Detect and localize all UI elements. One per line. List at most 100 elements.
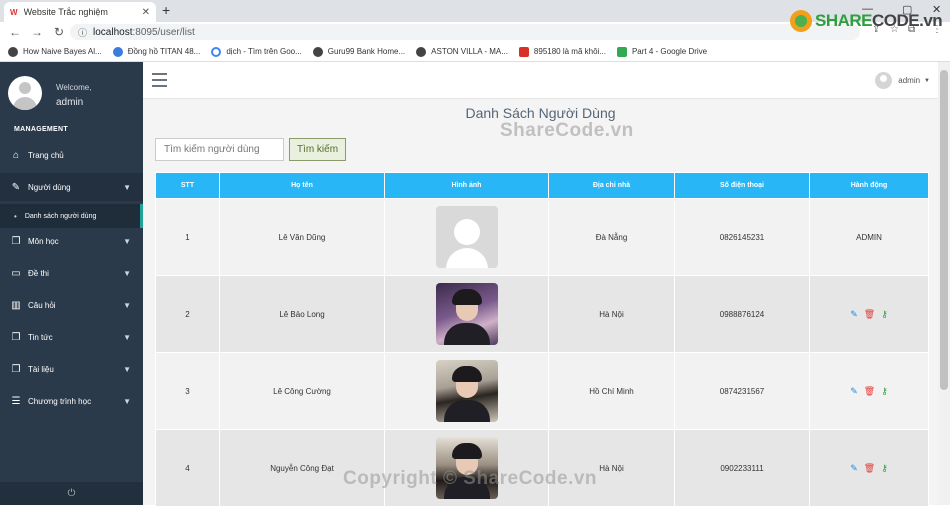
url-host: localhost <box>93 26 133 38</box>
cell-name: Lê Văn Dũng <box>219 198 385 276</box>
welcome-text: Welcome, <box>56 83 92 92</box>
bar-chart-icon: ▥ <box>11 299 21 311</box>
new-tab-icon[interactable]: + <box>162 2 170 18</box>
section-heading: MANAGEMENT <box>14 126 68 133</box>
edit-icon[interactable]: ✎ <box>850 463 858 474</box>
bullet-icon: • <box>14 211 17 221</box>
scrollbar-thumb[interactable] <box>940 70 948 390</box>
sidebar-item-questions[interactable]: ▥ Câu hỏi ▼ <box>0 291 143 319</box>
chevron-down-icon: ▼ <box>123 236 131 246</box>
search-input[interactable] <box>155 138 284 161</box>
column-header: Hành động <box>809 172 929 199</box>
bookmark-item[interactable]: dịch - Tìm trên Goo... <box>211 46 302 57</box>
url-field[interactable]: ⓘ localhost:8095/user/list <box>70 24 860 40</box>
cell-photo <box>384 352 549 430</box>
cell-action-role: ADMIN <box>809 198 929 276</box>
column-header: Hình ảnh <box>384 172 549 199</box>
trash-icon[interactable]: 🗑 <box>864 463 875 474</box>
chevron-down-icon: ▼ <box>123 268 131 278</box>
url-path: :8095/user/list <box>132 26 195 38</box>
cell-actions: ✎ 🗑 ⚷ <box>809 429 929 507</box>
gmail-icon <box>518 46 529 57</box>
caret-down-icon: ▼ <box>924 77 930 84</box>
tab-title: Website Trắc nghiệm <box>23 7 108 17</box>
page-title: Danh Sách Người Dùng <box>465 105 616 121</box>
copy-icon: ❐ <box>11 331 21 343</box>
table-header-row: STT Họ tên Hình ảnh Địa chỉ nhà Số điện … <box>155 172 929 199</box>
sidebar-item-subjects[interactable]: ❐ Môn học ▼ <box>0 227 143 255</box>
reload-icon[interactable]: ↻ <box>52 25 66 39</box>
key-icon[interactable]: ⚷ <box>881 463 888 474</box>
sidebar-username: admin <box>56 97 84 108</box>
table-row: 2 Lê Bảo Long Hà Nội 0988876124 ✎ 🗑 ⚷ <box>155 275 929 353</box>
chevron-down-icon: ▼ <box>123 332 131 342</box>
hamburger-menu-icon[interactable] <box>152 73 167 91</box>
cell-stt: 3 <box>155 352 220 430</box>
cell-address: Đà Nẵng <box>548 198 675 276</box>
trash-icon[interactable]: 🗑 <box>864 386 875 397</box>
logout-button[interactable]: ⏻ <box>0 482 143 505</box>
sidebar-item-news[interactable]: ❐ Tin tức ▼ <box>0 323 143 351</box>
key-icon[interactable]: ⚷ <box>881 386 888 397</box>
table-row: 3 Lê Công Cường Hồ Chí Minh 0874231567 ✎… <box>155 352 929 430</box>
sharecode-logo: SHARE CODE.vn <box>790 10 943 32</box>
sidebar-item-home[interactable]: ⌂ Trang chủ <box>0 141 143 169</box>
cell-name: Lê Công Cường <box>219 352 385 430</box>
globe-icon <box>312 46 323 57</box>
column-header: STT <box>155 172 220 199</box>
user-photo <box>435 206 498 268</box>
logo-mark-icon <box>790 10 812 32</box>
topbar-username: admin <box>898 76 921 85</box>
cell-name: Lê Bảo Long <box>219 275 385 353</box>
sidebar-subitem-user-list[interactable]: • Danh sách người dùng <box>0 204 143 228</box>
user-photo <box>435 283 498 345</box>
close-tab-icon[interactable]: ✕ <box>142 7 150 18</box>
sidebar-item-documents[interactable]: ❐ Tài liệu ▼ <box>0 355 143 383</box>
sidebar-item-users[interactable]: ✎ Người dùng ▼ <box>0 173 143 201</box>
google-icon <box>211 46 222 57</box>
sidebar-item-exams[interactable]: ▭ Đề thi ▼ <box>0 259 143 287</box>
cell-address: Hà Nội <box>548 275 675 353</box>
list-icon: ☰ <box>11 395 21 407</box>
cell-stt: 1 <box>155 198 220 276</box>
column-header: Số điện thoại <box>674 172 810 199</box>
cell-phone: 0826145231 <box>674 198 810 276</box>
search-button[interactable]: Tìm kiếm <box>289 138 346 161</box>
avatar <box>8 76 42 110</box>
trash-icon[interactable]: 🗑 <box>864 309 875 320</box>
home-icon: ⌂ <box>12 149 20 161</box>
bookmark-item[interactable]: How Naive Bayes Al... <box>8 46 102 57</box>
sidebar: Welcome, admin MANAGEMENT ⌂ Trang chủ ✎ … <box>0 62 143 505</box>
bookmark-item[interactable]: Guru99 Bank Home... <box>312 46 405 57</box>
key-icon[interactable]: ⚷ <box>881 309 888 320</box>
bookmarks-bar: How Naive Bayes Al... Đồng hồ TITAN 48..… <box>0 42 950 62</box>
top-navbar: admin ▼ <box>143 62 938 99</box>
edit-icon[interactable]: ✎ <box>850 309 858 320</box>
column-header: Địa chỉ nhà <box>548 172 675 199</box>
copy-icon: ❐ <box>11 363 21 375</box>
user-dropdown[interactable]: admin ▼ <box>875 72 930 89</box>
browser-tab[interactable]: W Website Trắc nghiệm ✕ <box>4 2 156 22</box>
forward-icon[interactable]: → <box>30 25 44 39</box>
chevron-down-icon: ▼ <box>123 300 131 310</box>
page-scrollbar[interactable] <box>938 62 950 505</box>
cell-phone: 0874231567 <box>674 352 810 430</box>
users-table: STT Họ tên Hình ảnh Địa chỉ nhà Số điện … <box>155 172 929 507</box>
power-icon: ⏻ <box>67 488 76 499</box>
table-row: 1 Lê Văn Dũng Đà Nẵng 0826145231 ADMIN <box>155 198 929 276</box>
watermark-text: ShareCode.vn <box>500 120 634 141</box>
cell-address: Hồ Chí Minh <box>548 352 675 430</box>
edit-icon[interactable]: ✎ <box>850 386 858 397</box>
site-favicon-icon: W <box>10 7 18 17</box>
globe-icon <box>416 46 427 57</box>
cell-stt: 4 <box>155 429 220 507</box>
site-info-icon[interactable]: ⓘ <box>78 26 87 39</box>
sidebar-item-curriculum[interactable]: ☰ Chương trình học ▼ <box>0 387 143 415</box>
bookmark-item[interactable]: Part 4 - Google Drive <box>616 46 707 57</box>
edit-icon: ✎ <box>11 181 21 193</box>
bookmark-item[interactable]: 895180 là mã khôi... <box>518 46 606 57</box>
back-icon[interactable]: ← <box>8 25 22 39</box>
bookmark-item[interactable]: Đồng hồ TITAN 48... <box>112 46 200 57</box>
bookmark-item[interactable]: ASTON VILLA - MA... <box>416 46 508 57</box>
cell-actions: ✎ 🗑 ⚷ <box>809 352 929 430</box>
